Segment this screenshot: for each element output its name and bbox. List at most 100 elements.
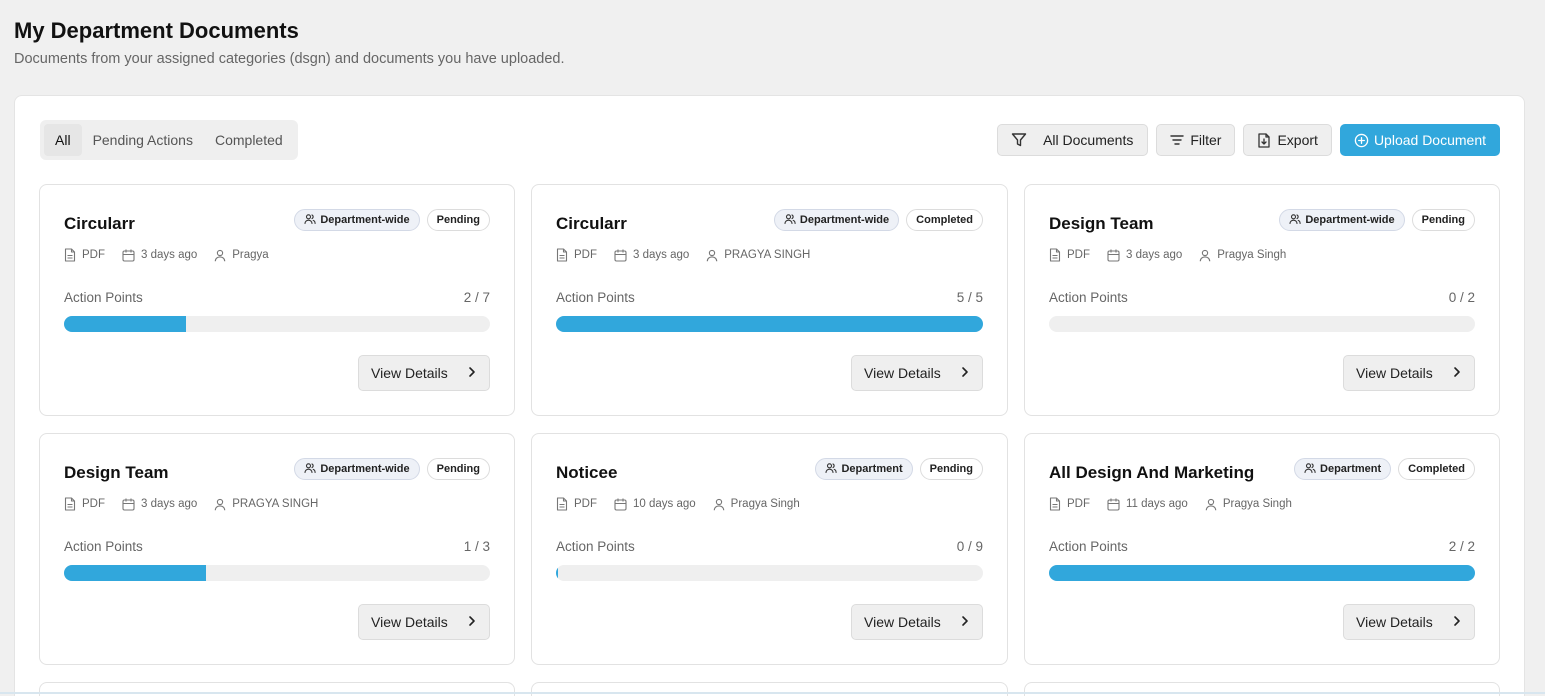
badge-group: Department-wide Pending <box>294 458 490 480</box>
upload-document-button[interactable]: Upload Document <box>1339 124 1500 156</box>
user-icon <box>706 249 718 262</box>
view-details-button[interactable]: View Details <box>851 355 983 391</box>
chevron-right-icon <box>1453 614 1461 630</box>
action-points-label: Action Points <box>64 539 143 554</box>
author-name: Pragya Singh <box>1217 249 1287 261</box>
file-icon <box>1049 248 1061 262</box>
upload-date: 3 days ago <box>141 249 198 261</box>
file-icon <box>1049 497 1061 511</box>
export-label: Export <box>1277 132 1318 148</box>
document-title[interactable]: Design Team <box>64 463 169 483</box>
scope-badge: Department-wide <box>1279 209 1405 231</box>
users-icon <box>784 213 796 228</box>
action-points-count: 1 / 3 <box>463 539 490 554</box>
progress-fill <box>1049 565 1475 581</box>
file-download-icon <box>1257 132 1271 148</box>
users-icon <box>1304 462 1316 477</box>
view-details-button[interactable]: View Details <box>358 355 490 391</box>
user-icon <box>214 249 226 262</box>
scope-badge: Department <box>1294 458 1392 480</box>
action-points-progress <box>64 565 490 581</box>
documents-panel: All Pending Actions Completed All Docume… <box>14 95 1525 696</box>
author-name: PRAGYA SINGH <box>724 249 811 261</box>
document-meta: PDF 11 days ago Pragya Singh <box>1049 497 1309 511</box>
progress-fill <box>64 316 186 332</box>
upload-document-label: Upload Document <box>1373 132 1486 148</box>
page-title: My Department Documents <box>14 18 299 43</box>
document-title[interactable]: Design Team <box>1049 214 1154 234</box>
badge-group: Department-wide Pending <box>294 209 490 231</box>
document-meta: PDF 3 days ago Pragya <box>64 248 286 262</box>
view-details-label: View Details <box>371 365 448 381</box>
calendar-icon <box>1107 249 1120 262</box>
author-name: Pragya Singh <box>1222 498 1292 510</box>
filter-lines-icon <box>1170 133 1185 147</box>
progress-fill <box>556 565 559 581</box>
document-title[interactable]: Circularr <box>64 214 135 234</box>
tab-completed[interactable]: Completed <box>204 124 294 156</box>
upload-date: 3 days ago <box>1126 249 1183 261</box>
scope-badge: Department <box>815 458 913 480</box>
view-details-label: View Details <box>864 365 941 381</box>
tab-pending-actions[interactable]: Pending Actions <box>82 124 204 156</box>
scope-badge: Department-wide <box>294 458 420 480</box>
toolbar: All Documents Filter Export Upload Docum… <box>997 124 1500 156</box>
document-card: Noticee Department Pending PDF 10 days ago Pr… <box>531 433 1008 665</box>
document-title[interactable]: Circularr <box>556 214 627 234</box>
view-details-button[interactable]: View Details <box>358 604 490 640</box>
view-details-button[interactable]: View Details <box>851 604 983 640</box>
calendar-icon <box>122 249 135 262</box>
view-details-button[interactable]: View Details <box>1343 604 1475 640</box>
scope-badge-label: Department-wide <box>320 214 410 226</box>
file-type: PDF <box>574 498 597 510</box>
page-subtitle: Documents from your assigned categories … <box>14 51 565 67</box>
users-icon <box>304 462 317 477</box>
action-points-label: Action Points <box>1049 539 1128 554</box>
file-type: PDF <box>574 249 597 261</box>
upload-date: 11 days ago <box>1126 498 1188 510</box>
chevron-right-icon <box>468 614 476 630</box>
action-points-label: Action Points <box>1049 290 1128 305</box>
view-details-button[interactable]: View Details <box>1343 355 1475 391</box>
document-title[interactable]: All Design And Marketing <box>1049 463 1254 483</box>
status-badge: Completed <box>1398 458 1475 480</box>
calendar-icon <box>1107 498 1120 511</box>
document-meta: PDF 3 days ago PRAGYA SINGH <box>556 248 827 262</box>
filter-button[interactable]: Filter <box>1156 124 1236 156</box>
badge-group: Department Completed <box>1294 458 1475 480</box>
action-points-label: Action Points <box>64 290 143 305</box>
file-icon <box>556 497 568 511</box>
document-title[interactable]: Noticee <box>556 463 617 483</box>
file-icon <box>64 248 76 262</box>
view-details-label: View Details <box>1356 614 1433 630</box>
scope-badge-label: Department <box>841 463 903 475</box>
document-meta: PDF 10 days ago Pragya Singh <box>556 497 817 511</box>
calendar-icon <box>122 498 135 511</box>
all-documents-dropdown[interactable]: All Documents <box>997 124 1149 156</box>
scope-badge-label: Department-wide <box>1305 214 1395 226</box>
view-details-label: View Details <box>1356 365 1433 381</box>
status-tabs: All Pending Actions Completed <box>40 120 298 160</box>
upload-date: 10 days ago <box>633 498 696 510</box>
scope-badge-label: Department <box>1320 463 1382 475</box>
action-points-count: 5 / 5 <box>956 290 983 305</box>
status-badge: Pending <box>1411 209 1475 231</box>
scope-badge: Department-wide <box>294 209 420 231</box>
tab-all[interactable]: All <box>44 124 82 156</box>
file-icon <box>556 248 568 262</box>
users-icon <box>825 462 838 477</box>
export-button[interactable]: Export <box>1243 124 1332 156</box>
file-type: PDF <box>82 498 105 510</box>
action-points-count: 0 / 2 <box>1448 290 1475 305</box>
chevron-right-icon <box>961 614 969 630</box>
document-meta: PDF 3 days ago Pragya Singh <box>1049 248 1303 262</box>
file-type: PDF <box>1067 498 1090 510</box>
badge-group: Department-wide Completed <box>773 209 983 231</box>
user-icon <box>1205 498 1217 511</box>
action-points-count: 0 / 9 <box>956 539 983 554</box>
status-badge: Pending <box>919 458 983 480</box>
plus-circle-icon <box>1354 133 1369 148</box>
users-icon <box>304 213 317 228</box>
file-icon <box>64 497 76 511</box>
chevron-right-icon <box>1453 365 1461 381</box>
